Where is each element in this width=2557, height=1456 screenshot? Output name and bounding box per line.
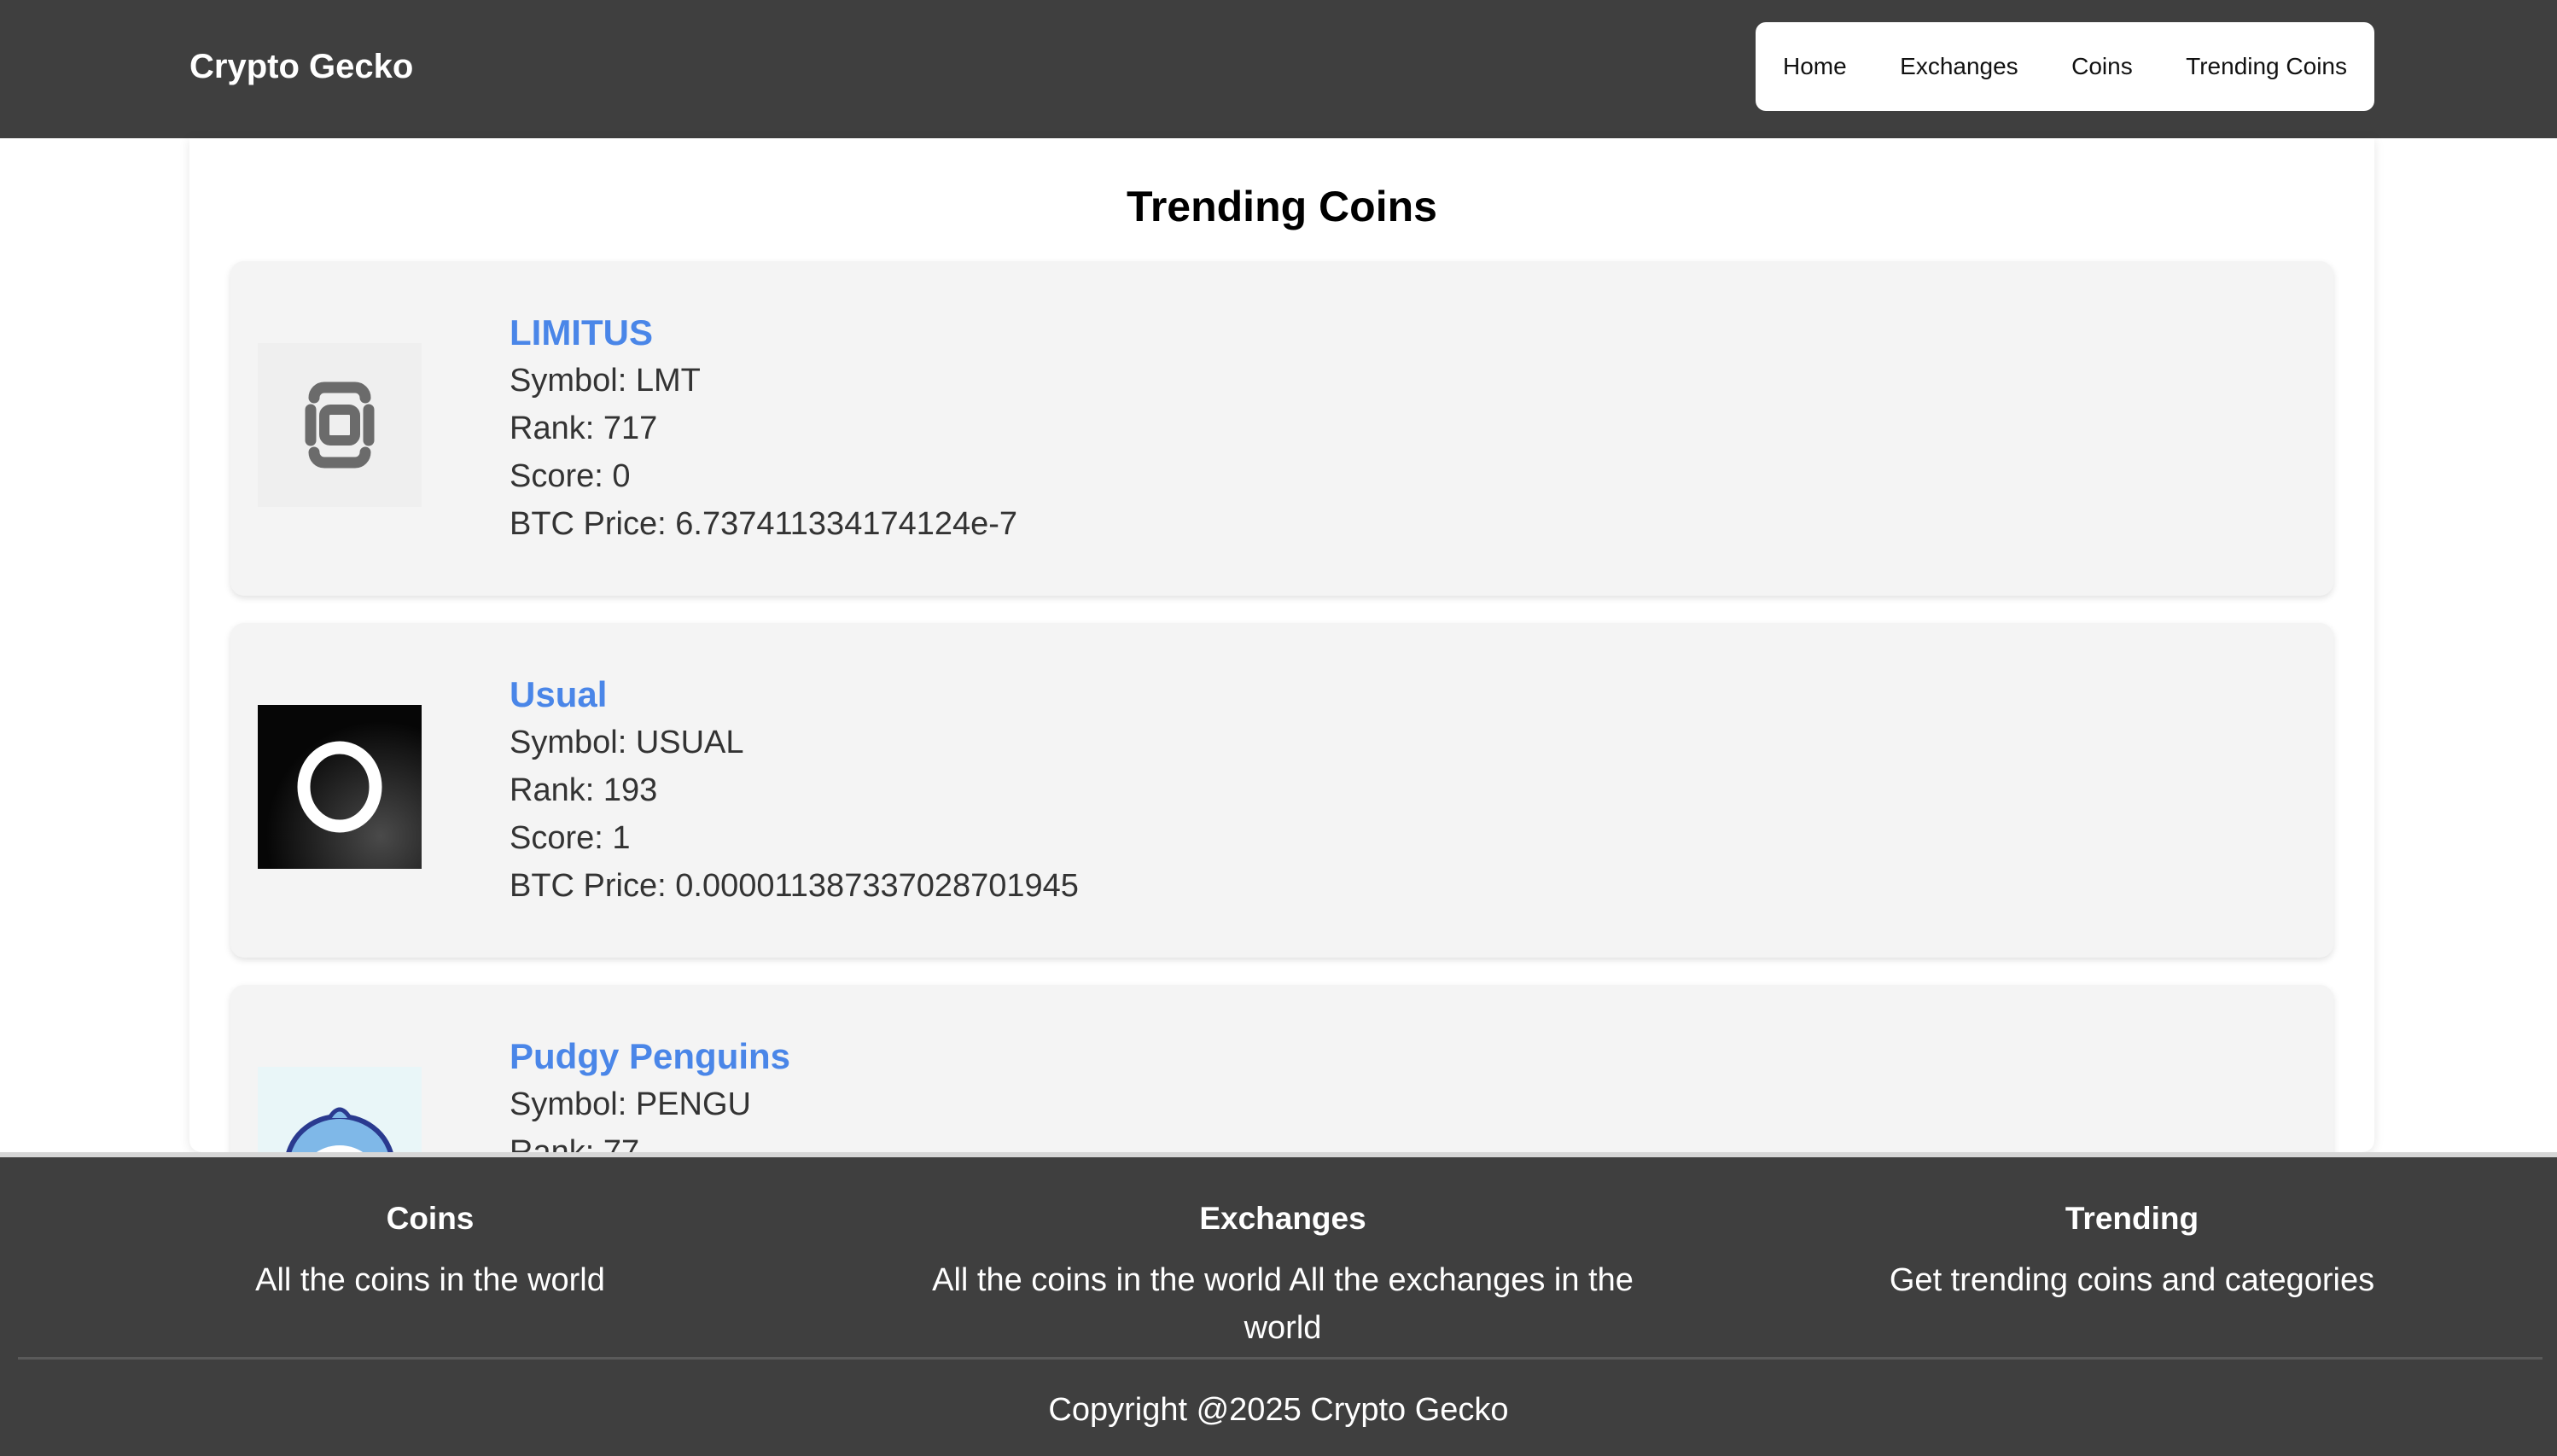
- top-navbar: Crypto Gecko Home Exchanges Coins Trendi…: [0, 0, 2557, 138]
- coin-card: LIMITUS Symbol: LMT Rank: 717 Score: 0 B…: [230, 261, 2333, 596]
- coin-symbol: Symbol: LMT: [510, 363, 701, 399]
- trending-coins-panel: Trending Coins LIMITUS Symbol: LMT Rank:…: [189, 138, 2374, 1152]
- nav-coins-link[interactable]: Coins: [2071, 50, 2133, 84]
- nav-exchanges-link[interactable]: Exchanges: [1900, 50, 2018, 84]
- footer-column-text: Get trending coins and categories: [1889, 1262, 2375, 1298]
- footer-column-title: Trending: [2065, 1201, 2199, 1236]
- page-title: Trending Coins: [1127, 183, 1437, 230]
- coin-rank: Rank: 77: [510, 1134, 640, 1152]
- coin-name-link[interactable]: Pudgy Penguins: [510, 1033, 790, 1080]
- coin-details: Usual Symbol: USUAL Rank: 193 Score: 1 B…: [510, 671, 1079, 910]
- main-nav: Home Exchanges Coins Trending Coins: [1756, 22, 2374, 111]
- footer-divider: [18, 1357, 2542, 1360]
- coin-name-link[interactable]: Usual: [510, 671, 1079, 719]
- usual-logo-icon: [258, 705, 422, 869]
- footer-coins-column: Coins All the coins in the world: [200, 1197, 661, 1304]
- coin-rank: Rank: 193: [510, 772, 658, 808]
- nav-trending-coins-link[interactable]: Trending Coins: [2186, 50, 2347, 84]
- coin-card: Usual Symbol: USUAL Rank: 193 Score: 1 B…: [230, 623, 2333, 958]
- footer-column-text: All the coins in the world All the excha…: [932, 1262, 1634, 1346]
- coin-symbol: Symbol: PENGU: [510, 1086, 751, 1122]
- footer-column-title: Coins: [386, 1201, 475, 1236]
- coin-btc-price: BTC Price: 6.737411334174124e-7: [510, 506, 1018, 542]
- footer-column-title: Exchanges: [1199, 1201, 1366, 1236]
- brand-logo-text[interactable]: Crypto Gecko: [189, 43, 413, 90]
- coin-card: Pudgy Penguins Symbol: PENGU Rank: 77: [230, 985, 2333, 1152]
- site-footer: Coins All the coins in the world Exchang…: [0, 1152, 2557, 1456]
- footer-column-text: All the coins in the world: [255, 1262, 605, 1298]
- coin-score: Score: 0: [510, 458, 631, 494]
- coin-btc-price: BTC Price: 0.000011387337028701945: [510, 868, 1079, 904]
- nav-home-link[interactable]: Home: [1783, 50, 1847, 84]
- footer-trending-column: Trending Get trending coins and categori…: [1850, 1197, 2414, 1304]
- pudgy-penguins-logo-icon: [258, 1067, 422, 1152]
- copyright-text: Copyright @2025 Crypto Gecko: [1048, 1392, 1509, 1428]
- footer-exchanges-column: Exchanges All the coins in the world All…: [894, 1197, 1671, 1352]
- coin-symbol: Symbol: USUAL: [510, 725, 744, 760]
- coin-details: Pudgy Penguins Symbol: PENGU Rank: 77: [510, 1033, 790, 1152]
- coin-score: Score: 1: [510, 820, 631, 856]
- limitus-logo-icon: [258, 343, 422, 507]
- coin-rank: Rank: 717: [510, 411, 658, 446]
- coin-details: LIMITUS Symbol: LMT Rank: 717 Score: 0 B…: [510, 309, 1017, 548]
- coin-name-link[interactable]: LIMITUS: [510, 309, 1017, 357]
